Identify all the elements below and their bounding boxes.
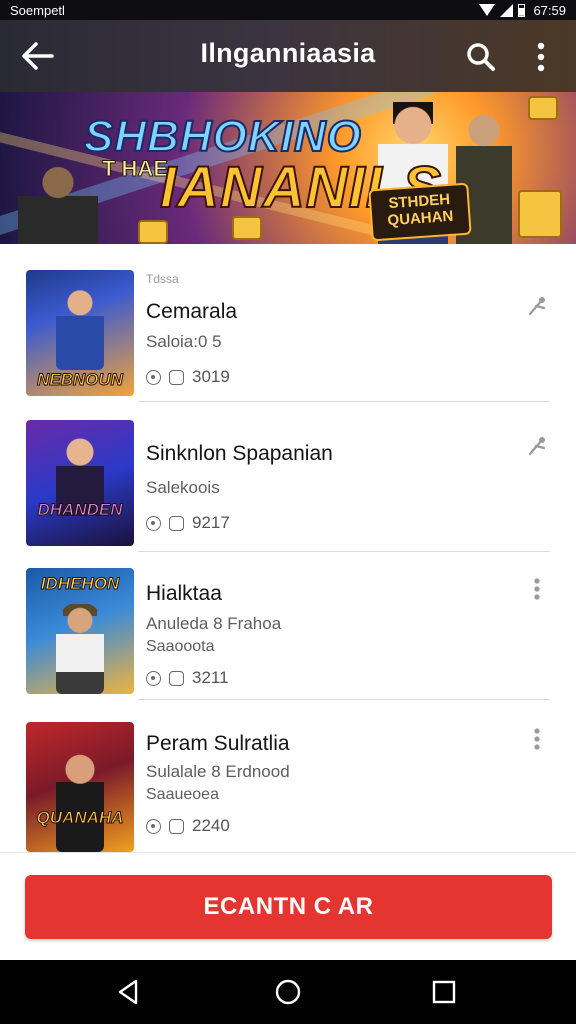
list-item[interactable]: QUANAHA Peram Sulratlia Sulalale 8 Erdno… [0,708,576,852]
thumbnail-character [56,286,104,370]
list-item[interactable]: IDHEHON Hialktaa Anuleda 8 Frahoa Saaooo… [0,554,576,700]
wifi-icon [479,4,496,16]
more-options-button[interactable] [528,38,554,76]
status-bar: Soempetl 67:59 [0,0,576,20]
item-meta-value: 3019 [192,367,230,386]
more-vert-icon [537,42,545,72]
game-thumbnail: DHANDEN [26,420,134,546]
item-meta-value: 2240 [192,816,230,835]
item-meta-value: 9217 [192,513,230,532]
clock-icon [146,369,161,385]
banner-chest-icon [518,190,562,238]
item-meta: 3211 [146,668,229,688]
item-title: Cemarala [146,300,238,323]
back-triangle-icon [118,979,138,1005]
item-meta: 2240 [146,816,230,836]
item-more-button[interactable] [522,724,552,754]
bottom-action-area: ECANTN C AR [0,852,576,961]
thumbnail-logo-text: QUANAHA [36,808,124,828]
search-icon [467,43,495,71]
share-icon [528,437,546,456]
banner-coin-icon [138,220,168,244]
carrier-label: Soempetl [10,2,65,18]
system-nav-bar [0,960,576,1024]
item-title: Hialktaa [146,582,222,605]
more-vert-icon [534,578,540,600]
clipboard-icon [169,515,184,531]
share-button[interactable] [522,432,552,462]
list-divider [138,401,550,402]
more-vert-icon [534,728,540,750]
thumbnail-logo-text: IDHEHON [40,574,120,594]
clipboard-icon [169,670,184,686]
item-subtitle: Saloia:0 5 [146,332,222,351]
item-more-button[interactable] [522,574,552,604]
thumbnail-character [56,746,104,852]
clipboard-icon [169,818,184,834]
item-subtitle: Anuleda 8 Frahoa [146,614,282,633]
game-thumbnail: NEBNOUN [26,270,134,396]
clock-icon [146,818,161,834]
nav-back-button[interactable] [112,976,144,1008]
nav-recents-button[interactable] [428,976,460,1008]
item-subtitle: Salekoois [146,478,220,497]
status-right: 67:59 [479,3,566,18]
item-subtitle: Sulalale 8 Erdnood [146,762,290,781]
list-item[interactable]: NEBNOUN Tdssa Cemarala Saloia:0 5 3019 [0,256,576,402]
signal-icon [500,3,514,17]
thumbnail-logo-text: DHANDEN [37,500,123,520]
featured-banner[interactable]: SHBHOKINO T HAE IANANILS STHDEH QUAHAN [0,92,576,244]
item-title: Peram Sulratlia [146,732,290,755]
item-meta: 3019 [146,367,230,387]
home-circle-icon [275,979,301,1005]
list-divider [138,551,550,552]
share-icon [528,297,546,316]
game-thumbnail: QUANAHA [26,722,134,852]
thumbnail-logo-text: NEBNOUN [37,370,124,390]
list-item[interactable]: DHANDEN Sinknlon Spapanian Salekoois 921… [0,406,576,552]
battery-icon [518,3,526,17]
item-subtitle-secondary: Saaooota [146,638,215,655]
search-button[interactable] [462,38,500,76]
clock: 67:59 [533,2,566,18]
nav-home-button[interactable] [272,976,304,1008]
clipboard-icon [169,369,184,385]
item-title: Sinknlon Spapanian [146,442,333,465]
game-thumbnail: IDHEHON [26,568,134,694]
app-bar: Ilnganniaasia [0,20,576,92]
banner-badge: STHDEH QUAHAN [368,182,472,242]
banner-character-left [18,162,98,244]
item-kicker: Tdssa [146,272,179,286]
primary-cta-button[interactable]: ECANTN C AR [25,875,552,939]
clock-icon [146,670,161,686]
item-meta: 9217 [146,513,230,533]
status-icons [479,3,526,17]
thumbnail-character [56,602,104,694]
item-meta-value: 3211 [192,668,229,687]
item-subtitle-secondary: Saaueoea [146,786,219,803]
banner-title-line2: T HAE [102,156,169,182]
list-divider [138,699,550,700]
clock-icon [146,515,161,531]
share-button[interactable] [522,292,552,322]
banner-coin-icon [528,96,558,120]
recents-square-icon [432,980,456,1004]
